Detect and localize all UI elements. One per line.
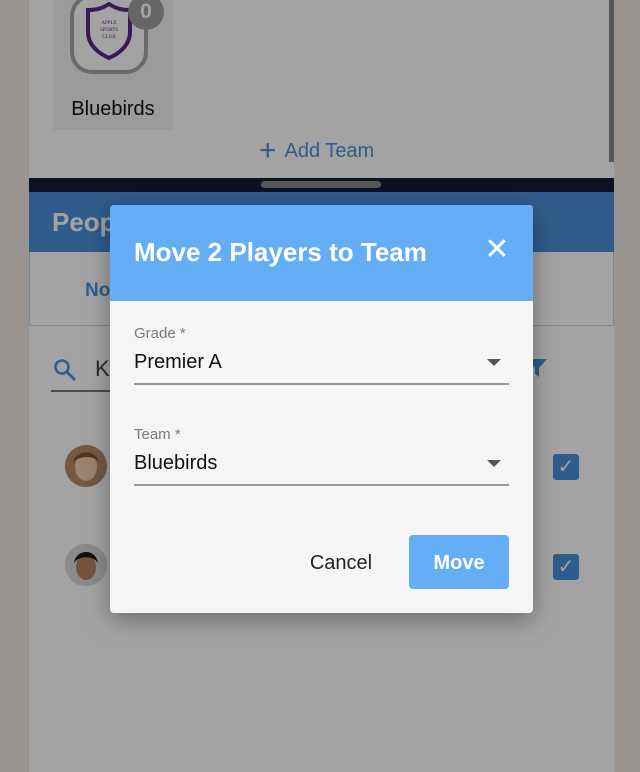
move-button[interactable]: Move [409, 535, 509, 589]
chevron-down-icon [487, 460, 501, 467]
team-label: Team * [134, 426, 181, 443]
dialog-header: Move 2 Players to Team ✕ [110, 205, 533, 301]
grade-select[interactable]: Grade * Premier A [134, 325, 509, 385]
grade-value: Premier A [134, 351, 222, 373]
grade-label: Grade * [134, 325, 186, 342]
team-value: Bluebirds [134, 452, 218, 474]
team-select[interactable]: Team * Bluebirds [134, 426, 509, 486]
close-icon[interactable]: ✕ [482, 235, 512, 265]
chevron-down-icon [487, 359, 501, 366]
dialog-title: Move 2 Players to Team [134, 237, 427, 267]
move-players-dialog: Move 2 Players to Team ✕ Grade * Premier… [110, 205, 533, 613]
cancel-button[interactable]: Cancel [300, 545, 382, 581]
